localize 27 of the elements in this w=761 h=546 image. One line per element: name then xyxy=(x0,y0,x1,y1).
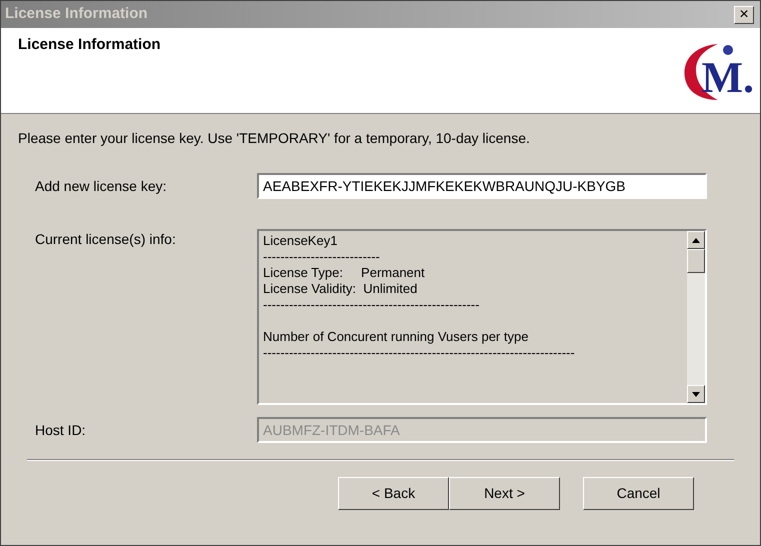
license-info-line: LicenseKey1 xyxy=(263,233,338,249)
close-button[interactable]: × xyxy=(734,6,754,24)
license-info-line: ------------------------------------------------------------------------ xyxy=(263,345,576,361)
license-info-box[interactable] xyxy=(257,229,707,405)
next-button[interactable]: Next > xyxy=(449,477,560,510)
down-arrow-icon xyxy=(692,392,700,396)
scroll-thumb[interactable] xyxy=(687,249,705,273)
scroll-down-button[interactable] xyxy=(687,385,705,403)
field-label: Current license(s) info: xyxy=(35,230,177,249)
field-label: Add new license key: xyxy=(35,176,168,196)
license-info-line: -------------------------------------------------- xyxy=(263,297,480,313)
cancel-button[interactable]: Cancel xyxy=(583,477,694,510)
instruction-text: Please enter your license key. Use 'TEMPORARY' for a temporary, 10-day license. xyxy=(18,129,531,148)
scroll-up-button[interactable] xyxy=(687,231,705,249)
license-info-line: License Type: Permanent xyxy=(263,265,426,281)
up-arrow-icon xyxy=(692,238,700,242)
logo-text: M. xyxy=(701,56,754,104)
license-info-line: License Validity: Unlimited xyxy=(263,281,418,297)
dot-icon xyxy=(722,44,734,56)
header-title: License Information xyxy=(18,35,161,55)
back-button[interactable]: < Back xyxy=(338,477,449,510)
license-info-line: --------------------------- xyxy=(263,249,381,265)
scrollbar[interactable] xyxy=(687,231,705,403)
license-key-field[interactable]: AEABEXFR-YTIEKEKJJMFKEKEKWBRAUNQJU-KBYGB xyxy=(257,173,707,199)
license-info-line: Number of Concurent running Vusers per type xyxy=(263,329,530,345)
field-label: Host ID: xyxy=(35,420,87,440)
window-title: License Information xyxy=(5,4,148,24)
